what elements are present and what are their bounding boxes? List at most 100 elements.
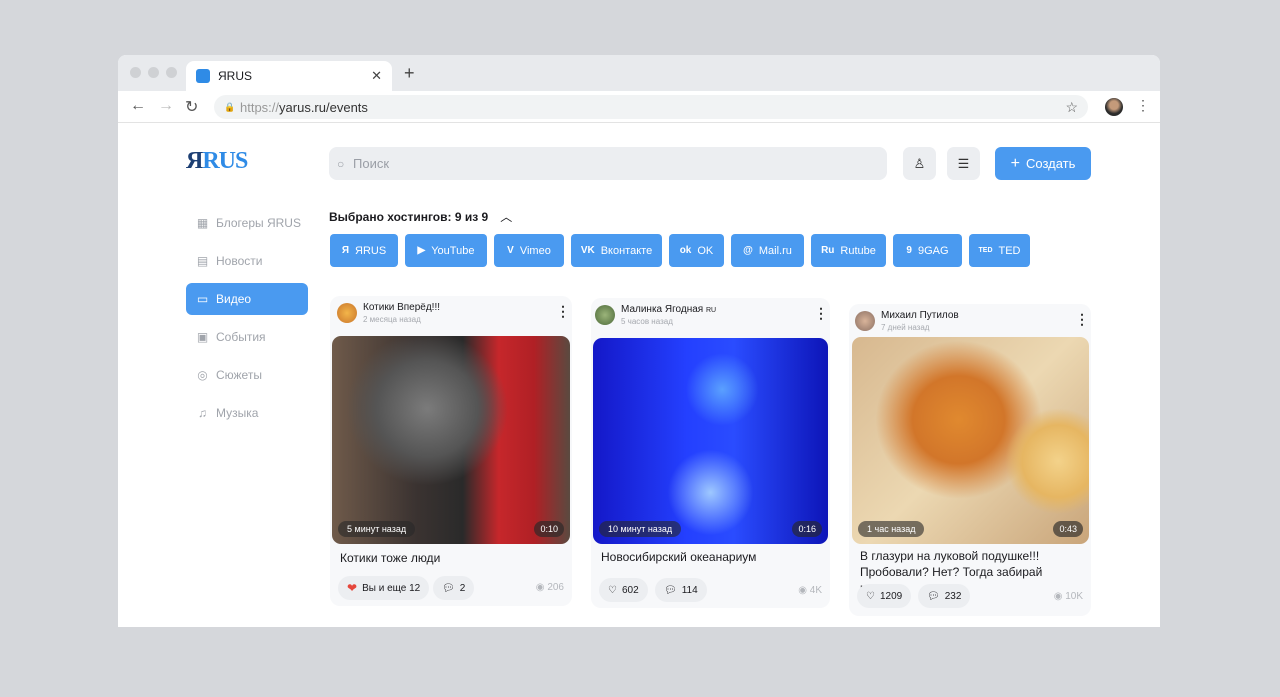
browser-tab[interactable]: ЯRUS ✕	[186, 61, 392, 91]
logo[interactable]: ЯRUS	[186, 148, 248, 175]
views-count: 4K	[809, 585, 822, 596]
author-name[interactable]: Малинка Ягодная RU	[621, 304, 716, 315]
window-maximize-dot[interactable]	[166, 67, 177, 78]
heart-icon: ♡	[866, 590, 875, 602]
author-tag: RU	[706, 307, 717, 314]
video-title[interactable]: Новосибирский океанариум	[601, 549, 756, 565]
hostings-header[interactable]: Выбрано хостингов: 9 из 9 ︿	[329, 208, 512, 225]
comments-button[interactable]: 💬︎ 232	[918, 584, 971, 608]
video-thumbnail[interactable]: 1 час назад 0:43	[852, 337, 1089, 544]
chip-youtube[interactable]: ▶ YouTube	[405, 234, 487, 267]
views-count: 10K	[1065, 591, 1083, 602]
music-icon: ♫	[198, 406, 207, 420]
create-button[interactable]: + Создать	[995, 147, 1091, 180]
chip-vkontakte[interactable]: VK Вконтакте	[571, 234, 662, 267]
chip-mailru[interactable]: @ Mail.ru	[731, 234, 804, 267]
url-input[interactable]: 🔒 https://yarus.ru/events ☆	[214, 95, 1088, 119]
chip-label: Вконтакте	[600, 244, 653, 257]
upload-time-badge: 1 час назад	[858, 521, 925, 537]
sidebar-item-video[interactable]: ▭ Видео	[186, 283, 308, 315]
chip-yarus[interactable]: Я ЯRUS	[330, 234, 398, 267]
chip-ok[interactable]: ok OK	[669, 234, 724, 267]
sidebar-item-label: Музыка	[216, 406, 259, 420]
layout-button[interactable]: ☰	[947, 147, 980, 180]
chip-9gag[interactable]: 9 9GAG	[893, 234, 962, 267]
video-thumbnail[interactable]: 5 минут назад 0:10	[332, 336, 570, 544]
video-card[interactable]: Михаил Путилов 7 дней назад ⋮ 1 час назад…	[849, 304, 1091, 616]
logo-part2: RUS	[202, 148, 248, 174]
chip-rutube[interactable]: Ru Rutube	[811, 234, 886, 267]
profile-button[interactable]: ♙	[903, 147, 936, 180]
author-avatar[interactable]	[595, 305, 615, 325]
duration-badge: 0:43	[1053, 521, 1083, 537]
comments-count: 232	[944, 590, 962, 602]
comments-button[interactable]: 💬︎ 2	[433, 576, 475, 600]
youtube-icon: ▶	[417, 245, 426, 256]
like-button[interactable]: ♡ 602	[599, 578, 648, 602]
more-icon[interactable]: ⋮	[814, 305, 828, 322]
comment-icon: 💬︎	[664, 584, 677, 596]
at-icon: @	[743, 245, 753, 256]
back-icon[interactable]: ←	[130, 97, 146, 115]
more-icon[interactable]: ⋮	[1075, 311, 1089, 328]
new-tab-icon[interactable]: +	[404, 63, 415, 84]
like-button[interactable]: ❤ Вы и еще 12	[338, 576, 430, 600]
tab-bar: ЯRUS ✕ +	[118, 55, 1160, 91]
create-label: Создать	[1025, 156, 1076, 171]
author-name[interactable]: Михаил Путилов	[881, 310, 959, 321]
vimeo-icon: V	[507, 245, 514, 256]
chip-label: Vimeo	[519, 244, 551, 257]
like-button[interactable]: ♡ 1209	[857, 584, 912, 608]
url-scheme: https://	[240, 99, 280, 115]
sidebar-item-bloggers[interactable]: ▦ Блогеры ЯRUS	[186, 207, 308, 239]
rutube-icon: Ru	[821, 245, 835, 256]
eye-icon: ◉	[1053, 591, 1066, 602]
video-card[interactable]: Котики Вперёд!!! 2 месяца назад ⋮ 5 минут…	[330, 296, 572, 606]
chevron-up-icon[interactable]: ︿	[500, 210, 512, 224]
lock-icon: 🔒	[224, 101, 236, 112]
close-tab-icon[interactable]: ✕	[371, 68, 382, 84]
profile-avatar[interactable]	[1105, 98, 1123, 116]
forward-icon[interactable]: →	[158, 97, 174, 115]
chip-label: ЯRUS	[355, 244, 387, 257]
9gag-icon: 9	[906, 245, 912, 256]
eye-icon: ◉	[798, 585, 810, 596]
post-time: 5 часов назад	[621, 317, 673, 326]
plus-icon: +	[1010, 154, 1020, 172]
author-name[interactable]: Котики Вперёд!!!	[363, 302, 440, 313]
url-path: yarus.ru/events	[279, 99, 368, 115]
chip-vimeo[interactable]: V Vimeo	[494, 234, 564, 267]
sidebar-item-news[interactable]: ▤ Новости	[186, 245, 308, 277]
post-time: 2 месяца назад	[363, 315, 421, 324]
grid-icon: ▦	[196, 216, 209, 230]
menu-icon[interactable]: ⋮	[1136, 97, 1150, 114]
author-name-text: Малинка Ягодная	[621, 304, 704, 315]
chip-label: Rutube	[840, 244, 876, 257]
star-icon[interactable]: ☆	[1065, 99, 1078, 116]
video-title[interactable]: Котики тоже люди	[340, 550, 440, 566]
calendar-icon: ▣	[196, 330, 209, 344]
sidebar-item-stories[interactable]: ◎ Сюжеты	[186, 359, 308, 391]
video-card[interactable]: Малинка Ягодная RU 5 часов назад ⋮ 10 мин…	[591, 298, 830, 608]
sidebar-item-music[interactable]: ♫ Музыка	[186, 397, 308, 429]
window-close-dot[interactable]	[130, 67, 141, 78]
reload-icon[interactable]: ↻	[185, 97, 198, 117]
views: ◉ 4K	[798, 585, 822, 596]
author-avatar[interactable]	[337, 303, 357, 323]
video-thumbnail[interactable]: 10 минут назад 0:16	[593, 338, 828, 544]
sidebar-item-label: Видео	[216, 292, 252, 306]
search-input[interactable]: ○ Поиск	[329, 147, 887, 180]
upload-time-badge: 10 минут назад	[599, 521, 682, 537]
chip-ted[interactable]: TED TED	[969, 234, 1030, 267]
upload-time-badge: 5 минут назад	[338, 521, 416, 537]
sidebar-item-events[interactable]: ▣ События	[186, 321, 308, 353]
chip-label: YouTube	[431, 244, 475, 257]
author-avatar[interactable]	[855, 311, 875, 331]
comments-button[interactable]: 💬︎ 114	[655, 578, 707, 602]
window-minimize-dot[interactable]	[148, 67, 159, 78]
more-icon[interactable]: ⋮	[556, 303, 570, 320]
duration-badge: 0:10	[534, 521, 564, 537]
logo-part1: Я	[186, 148, 203, 174]
address-bar-row: ← → ↻ 🔒 https://yarus.ru/events ☆ ⋮	[118, 91, 1160, 123]
likes-count: 602	[621, 584, 639, 596]
